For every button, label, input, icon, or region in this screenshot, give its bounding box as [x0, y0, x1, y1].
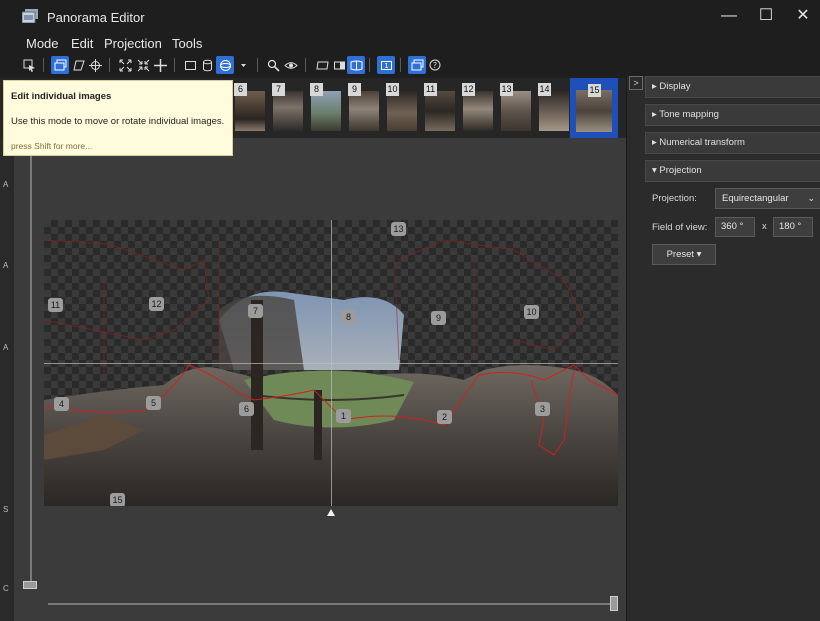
image-label[interactable]: 5 [146, 396, 161, 410]
minimize-button[interactable]: — [711, 0, 747, 34]
show-labels-icon[interactable]: 1 [377, 56, 395, 74]
svg-text:1: 1 [384, 62, 388, 70]
menu-bar: Mode Edit Projection Tools [0, 34, 820, 54]
collapse-panel-button[interactable]: > [629, 76, 643, 90]
thumbnail[interactable]: 13 [499, 82, 533, 132]
image-label[interactable]: 15 [110, 493, 125, 506]
title-bar: Panorama Editor — ☐ ✕ [0, 0, 820, 34]
thumbnail-selected[interactable]: 15 [570, 78, 618, 138]
menu-tools[interactable]: Tools [172, 36, 202, 51]
help-icon[interactable]: ? [426, 56, 444, 74]
thumbnail[interactable]: 10 [385, 82, 419, 132]
fov-separator: x [762, 221, 767, 232]
toolbar: 1 ? [0, 54, 820, 76]
tooltip: Edit individual images Use this mode to … [3, 80, 233, 156]
image-label[interactable]: 10 [524, 305, 539, 319]
app-icon [22, 9, 38, 23]
chevron-down-icon: ⌄ [807, 193, 815, 203]
maximize-button[interactable]: ☐ [748, 0, 784, 34]
crop-auto-icon[interactable] [347, 56, 365, 74]
thumbnail[interactable]: 9 [347, 82, 381, 132]
image-label[interactable]: 6 [239, 402, 254, 416]
center-cross-icon[interactable] [151, 56, 169, 74]
tooltip-hint: press Shift for more... [11, 141, 93, 151]
horizon-guide [44, 363, 618, 364]
fov-horizontal-field[interactable]: 360 ° [715, 217, 755, 237]
free-rotate-icon[interactable] [69, 56, 87, 74]
image-label[interactable]: 8 [341, 310, 356, 324]
crop-center-icon[interactable] [330, 56, 348, 74]
preview-eye-icon[interactable] [282, 56, 300, 74]
thumbnail[interactable]: 12 [461, 82, 495, 132]
section-numerical-transform[interactable]: ▸ Numerical transform [645, 132, 820, 154]
center-marker-icon[interactable] [327, 509, 335, 516]
image-label[interactable]: 4 [54, 397, 69, 411]
dropdown-arrow-icon[interactable] [234, 56, 252, 74]
crop-left-icon[interactable] [313, 56, 331, 74]
fov-vertical-field[interactable]: 180 ° [773, 217, 813, 237]
shrink-icon[interactable] [134, 56, 152, 74]
tooltip-body: Use this mode to move or rotate individu… [11, 116, 225, 127]
image-label[interactable]: 3 [535, 402, 550, 416]
close-button[interactable]: ✕ [785, 0, 820, 34]
menu-mode[interactable]: Mode [26, 36, 59, 51]
preset-button[interactable]: Preset ▾ [652, 244, 716, 265]
move-center-icon[interactable] [86, 56, 104, 74]
horizontal-fov-slider[interactable] [48, 603, 614, 605]
vertical-slider-handle[interactable] [23, 581, 37, 589]
projection-select[interactable]: Equirectangular ⌄ [715, 188, 820, 209]
select-tool-icon[interactable] [20, 56, 38, 74]
spherical-icon[interactable] [216, 56, 234, 74]
thumbnail[interactable]: 14 [537, 82, 571, 132]
section-tone-mapping[interactable]: ▸ Tone mapping [645, 104, 820, 126]
left-edge-strip: A A A S C [0, 138, 14, 621]
zoom-icon[interactable] [264, 56, 282, 74]
image-label[interactable]: 9 [431, 311, 446, 325]
image-label[interactable]: 1 [336, 409, 351, 423]
image-label[interactable]: 13 [391, 222, 406, 236]
tooltip-title: Edit individual images [11, 91, 112, 102]
image-label[interactable]: 7 [248, 304, 263, 318]
rectilinear-icon[interactable] [181, 56, 199, 74]
projection-label: Projection: [652, 193, 697, 204]
section-projection[interactable]: ▾ Projection [645, 160, 820, 182]
fit-icon[interactable] [116, 56, 134, 74]
menu-edit[interactable]: Edit [71, 36, 93, 51]
image-label[interactable]: 2 [437, 410, 452, 424]
image-label[interactable]: 12 [149, 297, 164, 311]
horizontal-slider-handle[interactable] [610, 596, 618, 611]
overlay-icon[interactable] [408, 56, 426, 74]
edit-images-icon[interactable] [51, 56, 69, 74]
window-title: Panorama Editor [47, 10, 145, 25]
thumbnail[interactable]: 6 [233, 82, 267, 132]
menu-projection[interactable]: Projection [104, 36, 162, 51]
svg-text:?: ? [433, 61, 437, 70]
properties-panel: > ▸ Display ▸ Tone mapping ▸ Numerical t… [626, 76, 820, 621]
cylindrical-icon[interactable] [198, 56, 216, 74]
vertical-fov-slider[interactable] [30, 150, 32, 582]
thumbnail[interactable]: 11 [423, 82, 457, 132]
thumbnail[interactable]: 8 [309, 82, 343, 132]
panorama-preview[interactable]: 13 11 12 7 8 9 10 4 5 6 1 2 3 15 [44, 220, 618, 506]
thumbnail[interactable]: 7 [271, 82, 305, 132]
image-label[interactable]: 11 [48, 298, 63, 312]
fov-label: Field of view: [652, 222, 708, 233]
section-display[interactable]: ▸ Display [645, 76, 820, 98]
